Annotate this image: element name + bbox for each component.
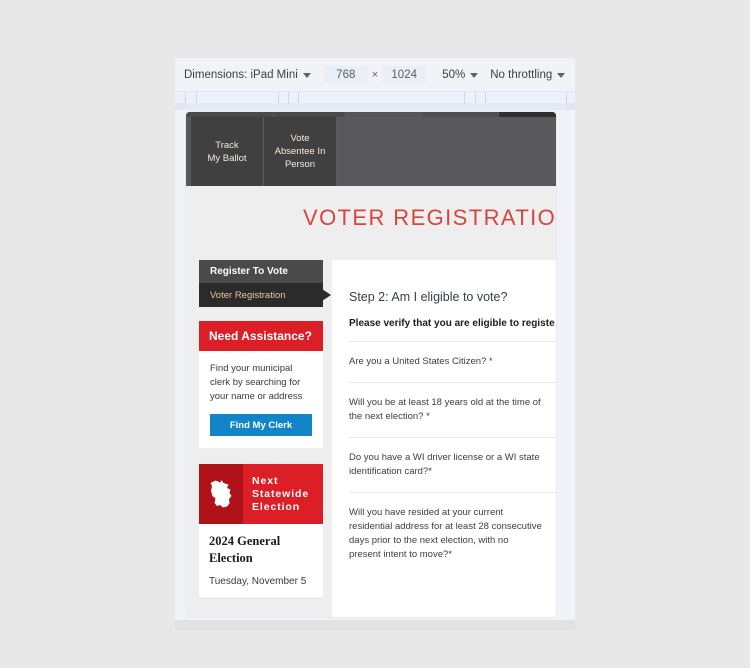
site-header: Track My Ballot Vote Absentee In Person [186,112,556,186]
ruler-band [175,103,575,110]
next-election-header: Next Statewide Election [199,464,323,524]
dimension-separator: × [371,68,379,81]
device-toolbar: Dimensions: iPad Mini 768 × 1024 50% No … [175,58,575,91]
zoom-value: 50% [442,68,466,81]
eligibility-question-list: Are you a United States Citizen? * Will … [349,341,556,575]
list-item: Will you have resided at your current re… [349,492,556,575]
step-title: Step 2: Am I eligible to vote? [349,290,508,304]
device-emulation-shell: Dimensions: iPad Mini 768 × 1024 50% No … [175,58,575,630]
need-assistance-card: Need Assistance? Find your municipal cle… [199,321,323,448]
dimensions-dropdown[interactable]: Dimensions: iPad Mini [184,65,311,85]
title-band: VOTER REGISTRATION [186,186,556,250]
main-panel: Step 2: Am I eligible to vote? Please ve… [332,260,556,617]
nav-tab-track-my-ballot[interactable]: Track My Ballot [191,117,264,186]
chevron-down-icon [302,72,311,78]
list-item: Will you be at least 18 years old at the… [349,382,556,437]
election-date: Tuesday, November 5 [209,576,307,587]
emulated-page-viewport[interactable]: Track My Ballot Vote Absentee In Person … [186,112,556,617]
sidebar: Register To Vote Voter Registration Need… [186,250,332,617]
sidebar-item-voter-registration[interactable]: Voter Registration [199,283,331,307]
need-assistance-text: Find your municipal clerk by searching f… [210,363,303,402]
next-election-heading: Next Statewide Election [252,474,310,513]
list-item: Are you a United States Citizen? * [349,341,556,382]
top-nav-tabs: Track My Ballot Vote Absentee In Person [191,117,337,186]
chevron-down-icon [557,72,566,78]
viewport-height-input[interactable]: 1024 [382,66,427,83]
zoom-dropdown[interactable]: 50% [442,65,479,85]
list-item: Do you have a WI driver license or a WI … [349,437,556,492]
page-title: VOTER REGISTRATION [303,205,556,230]
wisconsin-state-icon [199,464,243,524]
next-election-card: Next Statewide Election 2024 General Ele… [199,464,323,597]
throttling-label: No throttling [490,68,553,81]
need-assistance-heading: Need Assistance? [199,321,323,351]
nav-tab-vote-absentee-in-person[interactable]: Vote Absentee In Person [264,117,337,186]
find-my-clerk-button[interactable]: Find My Clerk [210,414,312,436]
viewport-bottom-filler [175,620,575,630]
arrow-right-icon [322,289,331,301]
viewport-width-input[interactable]: 768 [323,66,368,83]
step-instruction: Please verify that you are eligible to r… [349,318,555,329]
throttling-dropdown[interactable]: No throttling [490,65,566,85]
sidebar-item-label: Voter Registration [210,289,286,301]
dimensions-label: Dimensions: iPad Mini [184,68,298,81]
chevron-down-icon [470,72,479,78]
page-content: Register To Vote Voter Registration Need… [186,250,556,617]
election-name: 2024 General Election [209,534,281,565]
sidebar-section-header: Register To Vote [199,260,323,283]
